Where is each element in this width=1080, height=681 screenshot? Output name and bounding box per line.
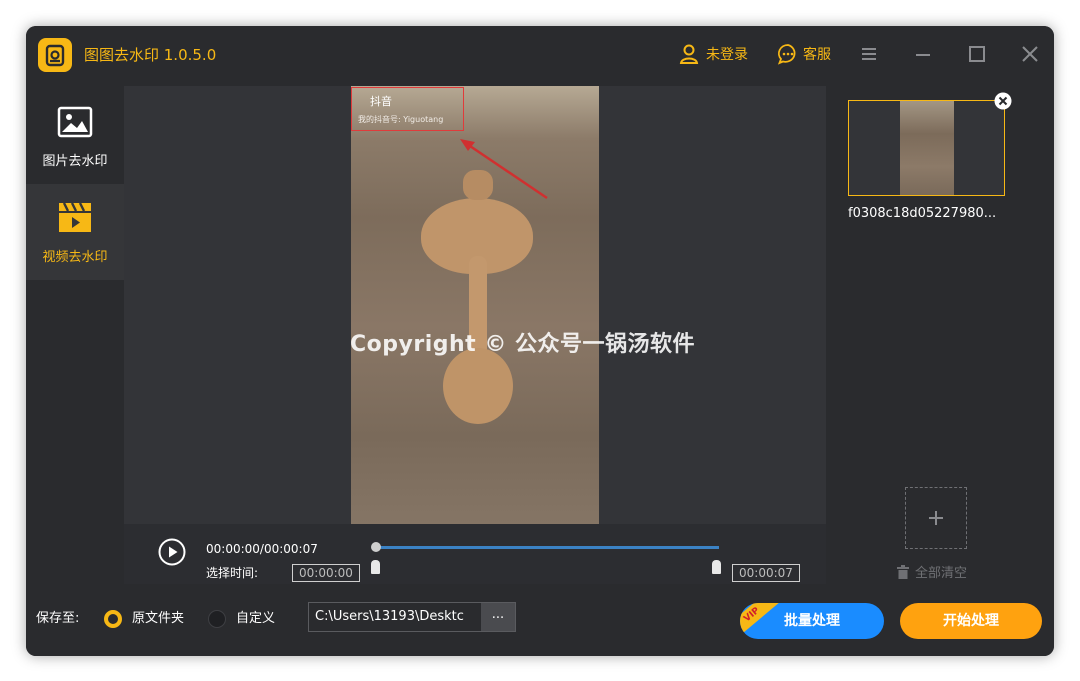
close-icon (1022, 46, 1038, 62)
playback-controls: 00:00:00/00:00:07 选择时间: 00:00:00 00:00:0… (124, 524, 826, 584)
app-window: 图图去水印 1.0.5.0 未登录 客服 图片去水印 视频去水印 抖音 我的抖音… (26, 26, 1054, 656)
login-label: 未登录 (706, 47, 748, 63)
maximize-icon (969, 46, 985, 62)
close-circle-icon (994, 92, 1012, 110)
start-time-field[interactable]: 00:00:00 (292, 564, 360, 582)
sidebar: 图片去水印 视频去水印 (26, 86, 124, 584)
playhead-handle[interactable] (371, 542, 381, 552)
clapperboard-icon (59, 202, 91, 232)
sidebar-item-label: 视频去水印 (42, 250, 108, 265)
menu-button[interactable] (855, 40, 883, 68)
end-time-field[interactable]: 00:00:07 (732, 564, 800, 582)
watermark-logo-text: 抖音 (370, 95, 392, 108)
copyright-overlay: Copyright © 公众号一锅汤软件 (350, 332, 695, 357)
file-name: f0308c18d05227980... (848, 206, 997, 221)
time-display: 00:00:00/00:00:07 (206, 542, 318, 556)
sidebar-item-video-watermark[interactable]: 视频去水印 (26, 184, 124, 280)
radio-original-folder[interactable] (104, 610, 122, 628)
radio-custom-folder[interactable] (208, 610, 226, 628)
start-trim-handle[interactable] (371, 560, 380, 574)
service-label: 客服 (803, 47, 831, 63)
start-process-label: 开始处理 (943, 613, 999, 629)
option-original-label[interactable]: 原文件夹 (132, 610, 184, 628)
thumbnail-image (900, 101, 954, 195)
arrow-annotation (460, 139, 548, 200)
batch-process-button[interactable]: VIP 批量处理 (740, 603, 884, 639)
app-title: 图图去水印 1.0.5.0 (84, 46, 217, 64)
user-icon (679, 44, 699, 64)
chat-icon (777, 44, 796, 65)
file-thumbnail[interactable] (848, 100, 1005, 196)
login-button[interactable]: 未登录 (678, 42, 748, 66)
end-trim-handle[interactable] (712, 560, 721, 574)
minimize-button[interactable] (909, 40, 937, 68)
timeline-track[interactable] (375, 546, 719, 549)
clear-all-label: 全部清空 (915, 566, 968, 581)
plus-icon (929, 511, 943, 525)
menu-icon (862, 48, 876, 60)
vip-badge: VIP (740, 603, 781, 639)
select-time-label: 选择时间: (206, 566, 259, 580)
video-preview-area: 抖音 我的抖音号: Yiguotang Copyright © 公众号一锅汤软件 (124, 86, 826, 524)
play-button[interactable] (158, 538, 186, 566)
sidebar-item-label: 图片去水印 (42, 154, 108, 169)
image-icon (57, 106, 93, 138)
title-bar: 图图去水印 1.0.5.0 未登录 客服 (26, 26, 1054, 86)
browse-button[interactable]: ... (481, 603, 515, 631)
customer-service-button[interactable]: 客服 (777, 42, 831, 66)
bottom-bar: 保存至: 原文件夹 自定义 C:\Users\13193\Desktc ... … (26, 584, 1054, 656)
play-icon (158, 538, 186, 566)
add-file-button[interactable] (905, 487, 967, 549)
video-frame[interactable] (351, 86, 599, 524)
start-process-button[interactable]: 开始处理 (900, 603, 1042, 639)
app-logo-icon (38, 38, 72, 72)
watermark-id-text: 我的抖音号: Yiguotang (358, 115, 444, 124)
vip-badge-text: VIP (742, 605, 762, 625)
clear-all-button[interactable]: 全部清空 (896, 562, 967, 581)
sidebar-item-image-watermark[interactable]: 图片去水印 (26, 88, 124, 184)
trash-icon (897, 565, 909, 579)
batch-process-label: 批量处理 (784, 613, 840, 629)
save-to-label: 保存至: (36, 611, 80, 626)
close-button[interactable] (1016, 40, 1044, 68)
minimize-icon (916, 54, 930, 56)
maximize-button[interactable] (963, 40, 991, 68)
remove-file-button[interactable] (994, 92, 1012, 110)
option-custom-label[interactable]: 自定义 (236, 610, 275, 628)
file-list-panel: f0308c18d05227980... 全部清空 (826, 86, 1054, 584)
